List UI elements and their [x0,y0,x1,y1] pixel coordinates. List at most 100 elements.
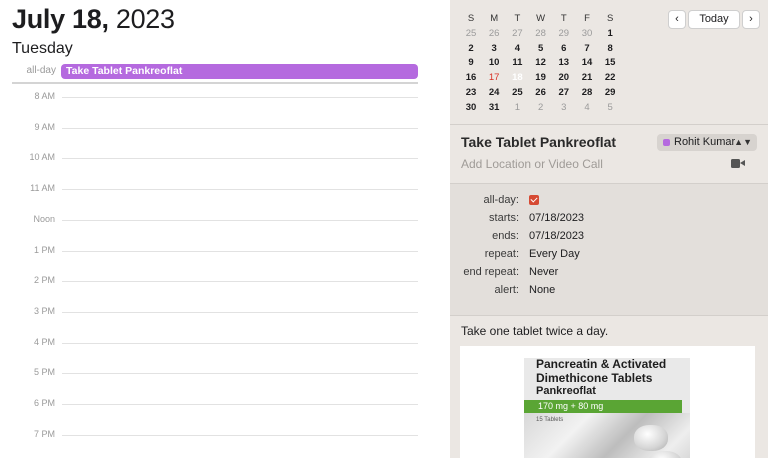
event-inspector: S M T W T F S 25 26 27 28 29 30 1 2 3 4 5 6 7 8 9 10 11 12 13 14 15… [450,0,768,458]
mini-cal-day[interactable]: 8 [599,42,621,56]
calendar-select[interactable]: Rohit Kumar ▲▼ [657,134,757,151]
mini-cal-day[interactable]: 3 [553,101,575,115]
mini-cal-day[interactable]: 3 [483,42,505,56]
hour-row[interactable]: 10 AM [0,152,418,164]
location-field[interactable]: Add Location or Video Call [461,157,603,171]
mini-cal-day[interactable]: 17 [483,71,505,85]
ends-value[interactable]: 07/18/2023 [529,230,584,242]
mini-cal-weekday: S [467,13,475,24]
hour-row[interactable]: 11 AM [0,183,418,195]
hour-label: 8 AM [34,91,55,101]
today-button[interactable]: Today [688,10,740,29]
mini-cal-day[interactable]: 26 [530,86,552,100]
mini-cal-day[interactable]: 20 [553,71,575,85]
mini-cal-weekday: T [514,13,521,24]
mini-cal-day[interactable]: 10 [483,56,505,70]
event-notes[interactable]: Take one tablet twice a day. [461,324,608,338]
mini-cal-day[interactable]: 2 [460,42,482,56]
mini-cal-day[interactable]: 25 [506,86,528,100]
mini-cal-day[interactable]: 5 [530,42,552,56]
chevron-right-icon: › [749,13,753,25]
mini-cal-day[interactable]: 28 [576,86,598,100]
event-title[interactable]: Take Tablet Pankreoflat [461,134,616,150]
mini-cal-day[interactable]: 19 [530,71,552,85]
divider [450,183,768,184]
mini-cal-day[interactable]: 1 [599,27,621,41]
hour-row[interactable]: 5 PM [0,367,418,379]
mini-cal-day[interactable]: 18 [506,69,528,87]
mini-cal-day[interactable]: 29 [599,86,621,100]
allday-detail-row: all-day: [450,194,768,208]
mini-cal-day[interactable]: 30 [460,101,482,115]
mini-cal-day[interactable]: 9 [460,56,482,70]
hour-row[interactable]: 7 PM [0,429,418,441]
alert-value[interactable]: None [529,284,555,296]
pack-line2: Dimethicone Tablets [536,371,653,385]
hour-line [62,281,418,283]
mini-cal-day[interactable]: 14 [576,56,598,70]
mini-cal-day[interactable]: 13 [553,56,575,70]
hour-line [62,311,418,313]
hour-label: Noon [33,213,55,224]
mini-cal-day[interactable]: 7 [576,42,598,56]
mini-cal-day[interactable]: 22 [599,71,621,85]
mini-cal-day[interactable]: 28 [530,27,552,41]
mini-cal-day[interactable]: 23 [460,86,482,100]
mini-cal-day[interactable]: 29 [553,27,575,41]
mini-cal-day[interactable]: 11 [506,56,528,70]
hour-line [62,373,418,375]
end-repeat-value[interactable]: Never [529,266,558,278]
repeat-value[interactable]: Every Day [529,248,580,260]
mini-cal-day[interactable]: 25 [460,27,482,41]
hour-line [62,434,418,436]
attachment-image[interactable]: Pancreatin & Activated Dimethicone Table… [460,346,755,458]
mini-cal-day[interactable]: 12 [530,56,552,70]
mini-cal-weekday: S [607,13,614,24]
hour-line [62,158,418,160]
hour-row[interactable]: 4 PM [0,337,418,349]
hour-label: 7 PM [33,428,55,439]
starts-key: starts: [489,212,519,224]
mini-cal-day[interactable]: 6 [553,42,575,56]
hour-row[interactable]: 9 AM [0,122,418,134]
hour-label: 11 AM [30,183,55,194]
mini-cal-day[interactable]: 4 [576,101,598,115]
mini-cal-day[interactable]: 24 [483,86,505,100]
hour-row[interactable]: 8 AM [0,91,418,103]
mini-cal-day[interactable]: 5 [599,101,621,115]
date-month-day: July 18, [12,4,109,34]
mini-cal-day[interactable]: 4 [506,42,528,56]
allday-event[interactable]: Take Tablet Pankreoflat [61,64,418,79]
mini-cal-day[interactable]: 30 [576,27,598,41]
hour-row[interactable]: 6 PM [0,398,418,410]
mini-cal-day[interactable]: 15 [599,56,621,70]
hour-row[interactable]: 1 PM [0,245,418,257]
hour-line [62,404,418,405]
next-month-button[interactable]: › [742,10,760,29]
mini-cal-day[interactable]: 27 [506,27,528,41]
allday-row: all-day Take Tablet Pankreoflat [12,63,418,81]
day-view: July 18, 2023 Tuesday all-day Take Table… [0,0,450,458]
hour-row[interactable]: 3 PM [0,306,418,318]
hour-row[interactable]: 2 PM [0,275,418,287]
allday-checkbox[interactable] [529,195,539,205]
pack-dose: 170 mg + 80 mg [538,401,604,411]
mini-cal-day[interactable]: 31 [483,101,505,115]
prev-month-button[interactable]: ‹ [668,10,686,29]
video-camera-icon[interactable] [731,159,745,168]
mini-cal-day[interactable]: 27 [553,86,575,100]
mini-cal-day[interactable]: 21 [576,71,598,85]
blister [648,451,682,458]
mini-cal-day[interactable]: 1 [506,101,528,115]
calendar-color-dot [663,139,670,146]
hour-label: 1 PM [33,244,55,255]
mini-cal-day[interactable]: 26 [483,27,505,41]
hour-label: 5 PM [33,367,55,378]
mini-cal-day[interactable]: 16 [460,71,482,85]
starts-value[interactable]: 07/18/2023 [529,212,584,224]
hour-line [62,97,418,98]
calendar-name: Rohit Kumar [674,136,736,148]
hour-row[interactable]: Noon [0,214,418,226]
weekday-label: Tuesday [12,40,73,57]
mini-cal-day[interactable]: 2 [530,101,552,115]
